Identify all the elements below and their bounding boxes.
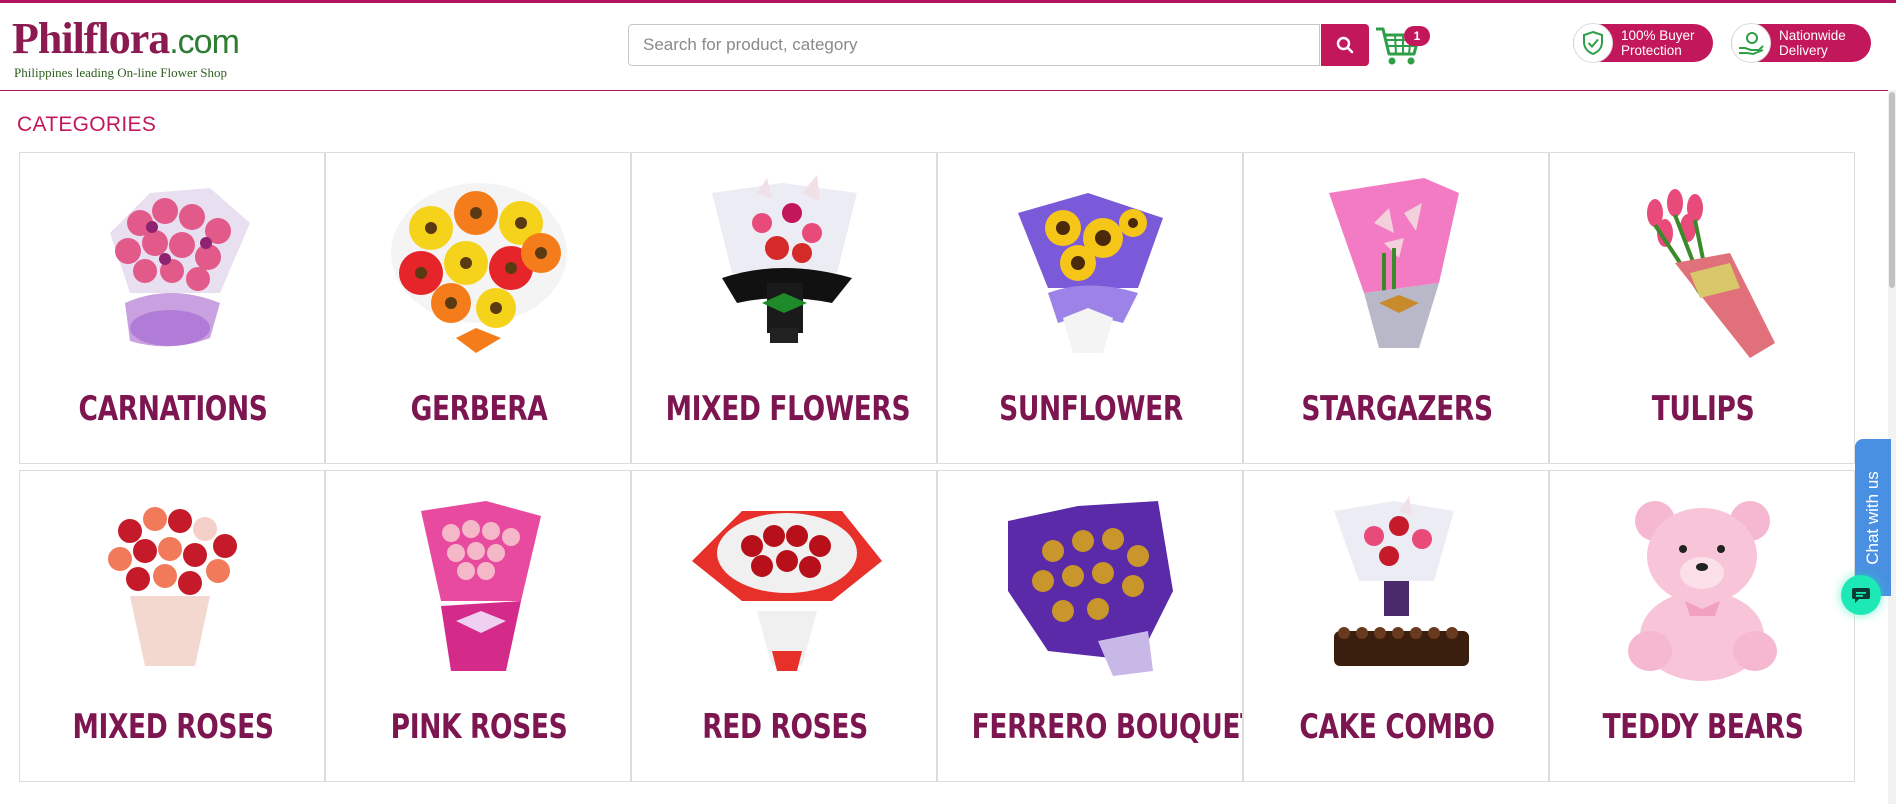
chat-tab-label: Chat with us: [1863, 470, 1883, 565]
category-label: TULIPS: [1651, 389, 1755, 429]
sunflower-bouquet-image: [1018, 193, 1163, 353]
carnations-bouquet-image: [110, 188, 250, 347]
category-card-carnations[interactable]: CARNATIONS: [19, 152, 325, 464]
search-input[interactable]: [629, 25, 1319, 65]
category-label: FERRERO BOUQUET: [971, 707, 1243, 747]
category-card-stargazers[interactable]: STARGAZERS: [1243, 152, 1549, 464]
category-label: TEDDY BEARS: [1602, 707, 1804, 747]
category-label: GERBERA: [410, 389, 548, 429]
search-icon: [1336, 36, 1354, 54]
chat-with-us-tab[interactable]: Chat with us: [1855, 439, 1891, 596]
category-card-red-roses[interactable]: RED ROSES: [631, 470, 937, 782]
category-card-tulips[interactable]: TULIPS: [1549, 152, 1855, 464]
chat-icon: [1852, 588, 1870, 603]
shield-check-icon: [1573, 23, 1613, 63]
category-card-mixed-flowers[interactable]: MIXED FLOWERS: [631, 152, 937, 464]
site-header: Philflora.com Philippines leading On-lin…: [0, 3, 1896, 91]
category-label: SUNFLOWER: [999, 389, 1183, 429]
chat-bubble-button[interactable]: [1841, 575, 1881, 615]
categories-heading: CATEGORIES: [17, 113, 157, 136]
buyer-protection-badge: 100% Buyer Protection: [1573, 23, 1713, 63]
mixed-flowers-bouquet-image: [712, 175, 857, 343]
pink-roses-bouquet-image: [421, 501, 541, 671]
category-card-sunflower[interactable]: SUNFLOWER: [937, 152, 1243, 464]
category-label: MIXED ROSES: [72, 707, 274, 747]
delivery-hand-icon: [1731, 23, 1771, 63]
nationwide-delivery-text: Nationwide Delivery: [1779, 28, 1846, 58]
category-card-gerbera[interactable]: GERBERA: [325, 152, 631, 464]
search-box: [628, 24, 1320, 66]
category-card-ferrero-bouquet[interactable]: FERRERO BOUQUET: [937, 470, 1243, 782]
tulips-bouquet-image: [1647, 189, 1775, 358]
category-card-mixed-roses[interactable]: MIXED ROSES: [19, 470, 325, 782]
search-button[interactable]: [1321, 24, 1369, 66]
teddy-bear-image: [1628, 501, 1777, 681]
gerbera-bouquet-image: [391, 183, 567, 353]
nationwide-delivery-badge: Nationwide Delivery: [1731, 23, 1871, 63]
logo-tagline: Philippines leading On-line Flower Shop: [14, 65, 228, 80]
category-label: CAKE COMBO: [1299, 707, 1495, 747]
cake-combo-image: [1334, 496, 1469, 666]
page-scrollbar-thumb[interactable]: [1889, 92, 1895, 288]
ferrero-bouquet-image: [1008, 501, 1173, 676]
red-roses-bouquet-image: [692, 511, 882, 671]
buyer-protection-text: 100% Buyer Protection: [1621, 28, 1695, 58]
category-card-teddy-bears[interactable]: TEDDY BEARS: [1549, 470, 1855, 782]
category-label: STARGAZERS: [1301, 389, 1493, 429]
philflora-logo[interactable]: Philflora.com Philippines leading On-lin…: [12, 11, 262, 86]
mixed-roses-bouquet-image: [108, 507, 237, 666]
cart-count-badge: 1: [1404, 26, 1430, 46]
category-label: RED ROSES: [702, 707, 868, 747]
category-label: MIXED FLOWERS: [665, 389, 911, 429]
stargazers-bouquet-image: [1329, 178, 1459, 348]
logo-wordmark: Philflora.com: [12, 14, 240, 63]
category-card-cake-combo[interactable]: CAKE COMBO: [1243, 470, 1549, 782]
category-label: PINK ROSES: [390, 707, 568, 747]
category-label: CARNATIONS: [78, 389, 268, 429]
category-card-pink-roses[interactable]: PINK ROSES: [325, 470, 631, 782]
